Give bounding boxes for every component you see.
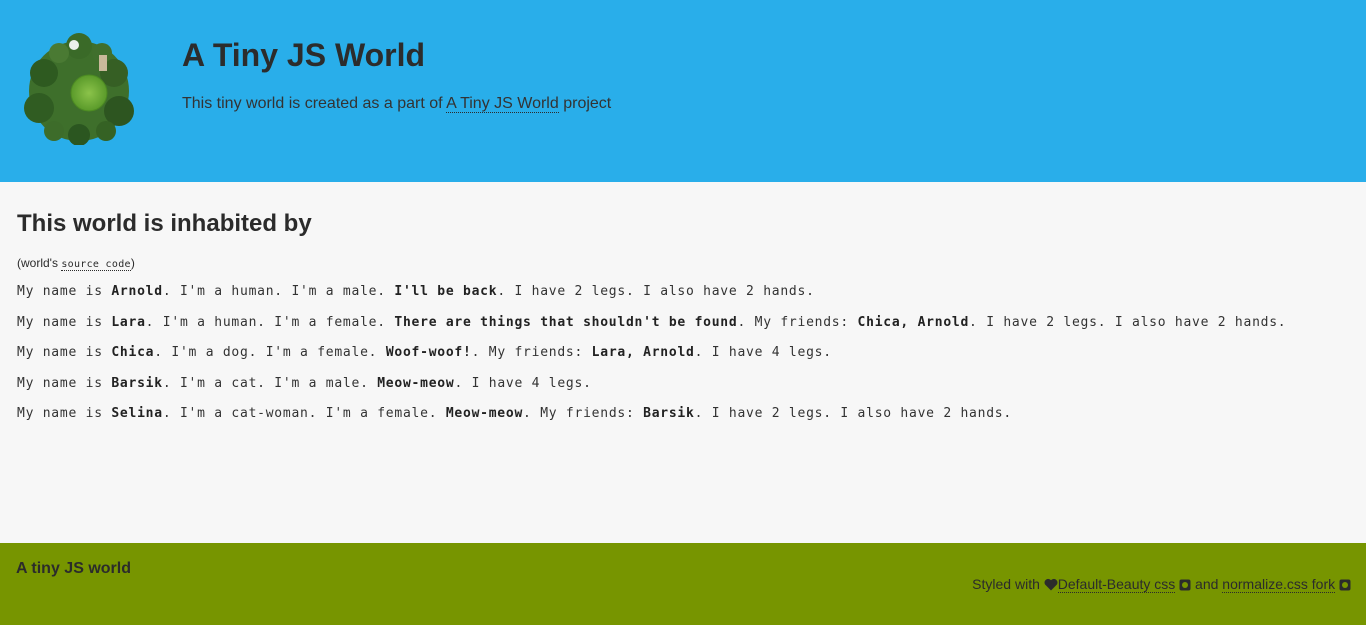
inhabitant-name: Chica — [111, 345, 155, 360]
source-code-note: (world's source code) — [17, 256, 135, 272]
text: . I'm a human. I'm a female. — [145, 314, 395, 330]
text: . I have 2 legs. I also have 2 hands. — [497, 284, 815, 299]
site-header: A Tiny JS World This tiny world is creat… — [0, 0, 1366, 182]
inhabitant-name: Arnold — [111, 284, 163, 299]
text: My name is — [17, 406, 112, 421]
source-suffix: ) — [130, 256, 135, 270]
credit-and: and — [1195, 576, 1219, 592]
inhabitant-saying: Meow-meow — [377, 375, 455, 391]
text: . I have 4 legs. — [694, 345, 832, 360]
source-code-link[interactable]: source code — [61, 259, 131, 271]
text: . I'm a dog. I'm a female. — [154, 345, 386, 360]
inhabitant-line: My name is Selina. I'm a cat-woman. I'm … — [17, 405, 1286, 436]
inhabitant-saying: I'll be back — [394, 284, 498, 299]
inhabitant-name: Lara — [111, 314, 146, 330]
text: My name is — [17, 314, 112, 330]
text: . My friends: — [737, 314, 858, 330]
text: . My friends: — [471, 345, 592, 360]
inhabitants-heading: This world is inhabited by — [17, 210, 312, 237]
credit-prefix: Styled with — [972, 576, 1040, 592]
description-prefix: This tiny world is created as a part of — [182, 95, 443, 112]
inhabitant-saying: There are things that shouldn't be found — [394, 314, 738, 330]
inhabitant-saying: Meow-meow — [445, 406, 524, 421]
site-description: This tiny world is created as a part of … — [182, 94, 611, 113]
text: My name is — [17, 375, 112, 391]
footer-title: A tiny JS world — [16, 560, 131, 577]
inhabitant-line: My name is Lara. I'm a human. I'm a fema… — [17, 314, 1286, 345]
text: . I have 4 legs. — [454, 375, 592, 391]
source-prefix: (world's — [17, 256, 58, 270]
inhabitant-line: My name is Barsik. I'm a cat. I'm a male… — [17, 375, 1286, 406]
description-suffix: project — [563, 95, 612, 112]
inhabitant-saying: Woof-woof! — [385, 345, 472, 360]
text: . I'm a human. I'm a male. — [162, 284, 395, 299]
inhabitant-name: Barsik — [111, 375, 163, 391]
text: . I'm a cat. I'm a male. — [162, 375, 378, 391]
text: My name is — [17, 284, 112, 299]
text: . I have 2 legs. I also have 2 hands. — [694, 406, 1012, 421]
text: My name is — [17, 345, 112, 360]
tiny-planet-logo — [24, 33, 134, 145]
default-beauty-label: Default-Beauty css — [1057, 576, 1176, 592]
normalize-fork-link[interactable]: normalize.css fork — [1222, 576, 1336, 593]
heart-icon — [1044, 578, 1058, 591]
inhabitant-friends: Chica, Arnold — [857, 314, 970, 330]
project-link[interactable]: A Tiny JS World — [446, 95, 559, 113]
default-beauty-link[interactable]: Default-Beauty css — [1057, 576, 1176, 593]
text: . My friends: — [523, 406, 644, 421]
inhabitant-line: My name is Chica. I'm a dog. I'm a femal… — [17, 344, 1286, 375]
inhabitant-name: Selina — [111, 406, 163, 421]
inhabitant-friends: Lara, Arnold — [591, 345, 695, 360]
github-icon — [1179, 579, 1191, 591]
text: . I'm a cat-woman. I'm a female. — [162, 406, 446, 421]
site-footer: A tiny JS world Styled with Default-Beau… — [0, 543, 1366, 625]
inhabitant-line: My name is Arnold. I'm a human. I'm a ma… — [17, 283, 1286, 314]
inhabitants-list: My name is Arnold. I'm a human. I'm a ma… — [17, 283, 1286, 436]
inhabitant-friends: Barsik — [643, 406, 695, 421]
github-icon — [1339, 579, 1351, 591]
main-content: This world is inhabited by (world's sour… — [0, 182, 1366, 543]
site-title: A Tiny JS World — [182, 37, 425, 73]
text: . I have 2 legs. I also have 2 hands. — [969, 314, 1287, 330]
footer-credit: Styled with Default-Beauty css and norma… — [972, 576, 1351, 593]
